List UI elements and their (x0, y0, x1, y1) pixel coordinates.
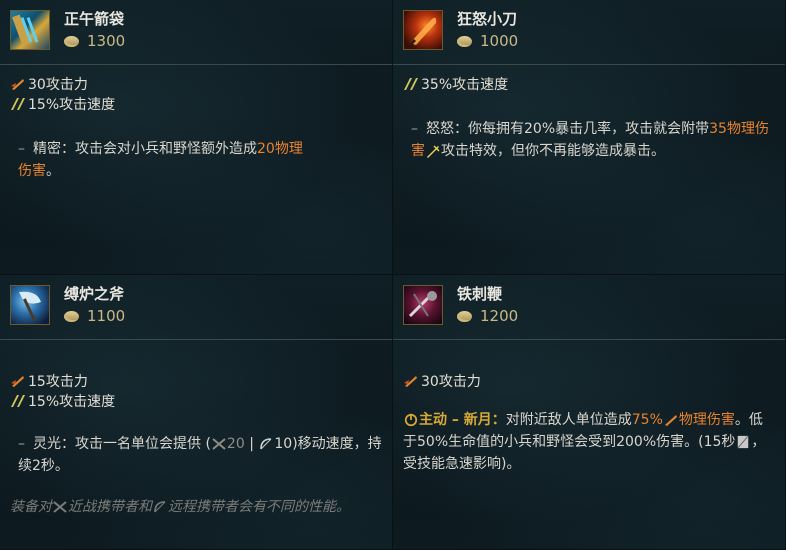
stat-text: 15%攻击速度 (28, 394, 116, 410)
note-text-1: 装备对 (10, 499, 52, 515)
item-header: 缚炉之斧 1100 (0, 275, 392, 340)
item-price: 1200 (457, 307, 518, 325)
ranged-value: 10) (274, 436, 298, 452)
gold-coin-icon (64, 310, 79, 322)
dagger-item-icon (403, 10, 443, 50)
price-value: 1200 (480, 307, 519, 325)
melee-ranged-note: 装备对 近战携带者和 远程携带者会有不同的性能。 (10, 497, 390, 518)
item-card-serrated-dirk[interactable]: 铁刺鞭 1200 30攻击力 主动 – 新月：对附近敌人单位造成75% 物理伤害。… (393, 275, 786, 550)
period: 。 (651, 143, 665, 159)
period: 。 (506, 456, 521, 472)
speed-chevron-icon (11, 395, 25, 407)
passive-text: 你每拥有20%暴击几率，攻击就会附带 (468, 121, 710, 137)
period: 。 (336, 499, 350, 515)
item-price: 1300 (64, 32, 125, 50)
item-card-noon-quiver[interactable]: 正午箭袋 1300 30攻击力 15%攻击速度 – 精密：攻击会对小兵和野怪额外造… (0, 0, 393, 275)
flail-item-icon (403, 285, 443, 325)
period: 。 (46, 163, 60, 179)
item-name: 正午箭袋 (64, 10, 125, 28)
stat-text: 30攻击力 (421, 374, 481, 390)
quiver-item-icon (10, 10, 50, 50)
separator: | (244, 436, 259, 452)
damage-highlight: 20物理 (257, 141, 303, 157)
gold-coin-icon (457, 35, 472, 47)
passive-description: – 精密：攻击会对小兵和野怪额外造成20物理伤害。 (18, 138, 382, 182)
sword-slash-icon (11, 376, 24, 387)
gold-coin-icon (457, 310, 472, 322)
stat-text: 35%攻击速度 (421, 77, 509, 93)
gold-coin-icon (64, 35, 79, 47)
item-name: 缚炉之斧 (64, 285, 125, 303)
bullet-dash: – (18, 141, 25, 157)
stat-attack-speed: 15%攻击速度 (10, 94, 115, 114)
bullet-dash: – (18, 436, 25, 452)
stat-attack-damage: 30攻击力 (403, 371, 481, 391)
bow-icon (154, 501, 166, 513)
stat-attack-damage: 30攻击力 (10, 74, 88, 94)
stat-attack-speed: 35%攻击速度 (403, 74, 508, 94)
sword-slash-icon (664, 415, 677, 426)
passive-label: 灵光： (33, 436, 75, 452)
note-text-3: 远程携带者会有不同的性能 (168, 499, 336, 515)
speed-chevron-icon (11, 98, 25, 110)
sword-slash-icon (11, 79, 24, 90)
period: 。 (54, 458, 69, 474)
passive-description: – 怒怒：你每拥有20%暴击几率，攻击就会附带35物理伤害 攻击特效，但你不再能够造… (411, 118, 771, 162)
power-icon (404, 413, 418, 427)
active-text: 对附近敌人单位造成 (505, 412, 632, 428)
stat-text: 15%攻击速度 (28, 97, 116, 113)
active-label: 主动 – 新月： (419, 412, 506, 428)
damage-highlight: 物理伤害 (678, 412, 735, 428)
crossed-swords-icon (53, 501, 67, 513)
axe-item-icon (10, 285, 50, 325)
damage-highlight-cont: 伤害 (18, 163, 46, 179)
on-hit-sword-icon (427, 145, 440, 158)
item-price: 1100 (64, 307, 125, 325)
active-description: 主动 – 新月：对附近敌人单位造成75% 物理伤害。低于50%生命值的小兵和野怪会… (403, 409, 771, 475)
ad-ratio: 75% (631, 412, 663, 428)
price-value: 1000 (480, 32, 519, 50)
item-header: 铁刺鞭 1200 (393, 275, 785, 340)
stat-text: 30攻击力 (28, 77, 88, 93)
item-name: 狂怒小刀 (457, 10, 518, 28)
stat-attack-damage: 15攻击力 (10, 371, 88, 391)
passive-label: 怒怒： (426, 121, 468, 137)
passive-text: 攻击会对小兵和野怪额外造成 (75, 141, 257, 157)
item-header: 狂怒小刀 1000 (393, 0, 785, 65)
bow-icon (260, 438, 272, 450)
item-comparison-grid: 正午箭袋 1300 30攻击力 15%攻击速度 – 精密：攻击会对小兵和野怪额外造… (0, 0, 786, 550)
item-header: 正午箭袋 1300 (0, 0, 392, 65)
item-card-recurve-knife[interactable]: 狂怒小刀 1000 35%攻击速度 – 怒怒：你每拥有20%暴击几率，攻击就会附带… (393, 0, 786, 275)
price-value: 1100 (87, 307, 126, 325)
bullet-dash: – (411, 121, 418, 137)
melee-value: 20 (226, 436, 245, 452)
passive-label: 精密： (33, 141, 75, 157)
passive-text-2: 攻击特效，但你不再能够造成暴击 (441, 143, 651, 159)
item-price: 1000 (457, 32, 518, 50)
passive-text: 攻击一名单位会提供 ( (75, 436, 211, 452)
item-name: 铁刺鞭 (457, 285, 503, 303)
note-text-2: 近战携带者和 (68, 499, 152, 515)
stat-text: 15攻击力 (28, 374, 88, 390)
hourglass-icon (737, 435, 750, 449)
speed-chevron-icon (404, 78, 418, 90)
price-value: 1300 (87, 32, 126, 50)
passive-description: – 灵光：攻击一名单位会提供 (20 | 10)移动速度，持续2秒。 (18, 433, 382, 477)
crossed-swords-icon (212, 438, 226, 450)
stat-attack-speed: 15%攻击速度 (10, 391, 115, 411)
sword-slash-icon (404, 376, 417, 387)
